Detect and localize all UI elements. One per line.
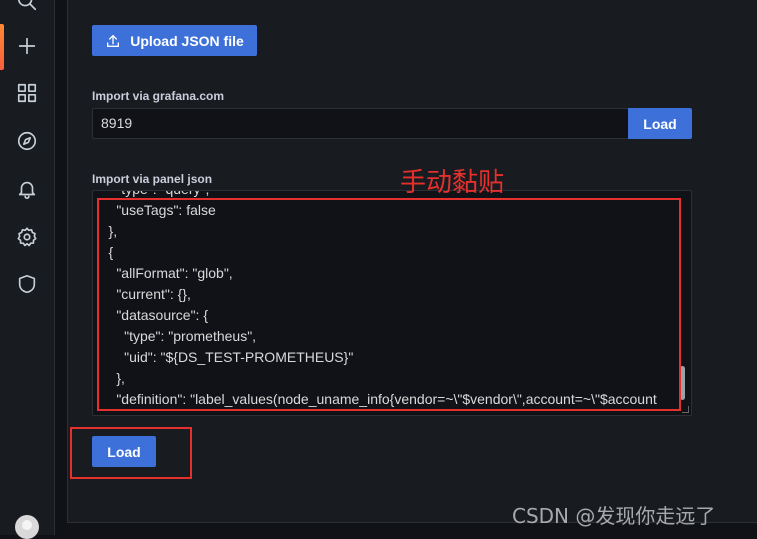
plus-icon[interactable] bbox=[14, 33, 40, 59]
alerting-icon[interactable] bbox=[14, 176, 40, 202]
code-line: \",group=~\"$group\",name=~\"$name\"},jo… bbox=[93, 410, 691, 415]
active-indicator bbox=[0, 24, 4, 70]
code-line: "current": {}, bbox=[93, 286, 191, 302]
load-button[interactable]: Load bbox=[92, 436, 156, 467]
scrollbar-thumb[interactable] bbox=[680, 366, 685, 400]
code-line: }, bbox=[93, 223, 118, 239]
resize-handle[interactable] bbox=[682, 406, 689, 413]
settings-icon[interactable] bbox=[14, 224, 40, 250]
code-line: "type": "prometheus", bbox=[93, 328, 257, 344]
dashboards-icon[interactable] bbox=[14, 80, 40, 106]
annotation-text: 手动黏贴 bbox=[400, 168, 505, 198]
avatar[interactable] bbox=[15, 515, 39, 539]
code-line: "type": "query", bbox=[93, 191, 691, 200]
shield-icon[interactable] bbox=[14, 271, 40, 297]
watermark: CSDN @发现你走远了 bbox=[512, 504, 716, 528]
code-lines: "type": "query", "useTags": false }, { "… bbox=[93, 191, 691, 415]
code-line: "definition": "label_values(node_uname_i… bbox=[93, 391, 657, 407]
grafana-com-label: Import via grafana.com bbox=[92, 89, 225, 103]
search-icon[interactable] bbox=[14, 0, 40, 14]
upload-icon bbox=[107, 34, 120, 47]
panel-json-label: Import via panel json bbox=[92, 172, 213, 186]
code-line: "allFormat": "glob", bbox=[93, 265, 233, 281]
code-line: "datasource": { bbox=[93, 307, 209, 323]
explore-icon[interactable] bbox=[14, 128, 40, 154]
grafana-com-load-button[interactable]: Load bbox=[628, 108, 692, 139]
code-line: "uid": "${DS_TEST-PROMETHEUS}" bbox=[93, 349, 354, 365]
code-line: "useTags": false bbox=[93, 202, 216, 218]
panel-json-textarea[interactable]: "type": "query", "useTags": false }, { "… bbox=[92, 190, 692, 416]
code-line: }, bbox=[93, 370, 125, 386]
upload-json-button[interactable]: Upload JSON file bbox=[92, 25, 257, 56]
code-line: { bbox=[93, 244, 114, 260]
sidebar bbox=[0, 0, 55, 539]
upload-button-label: Upload JSON file bbox=[130, 32, 244, 49]
grafana-com-input[interactable]: 8919 bbox=[92, 108, 629, 139]
